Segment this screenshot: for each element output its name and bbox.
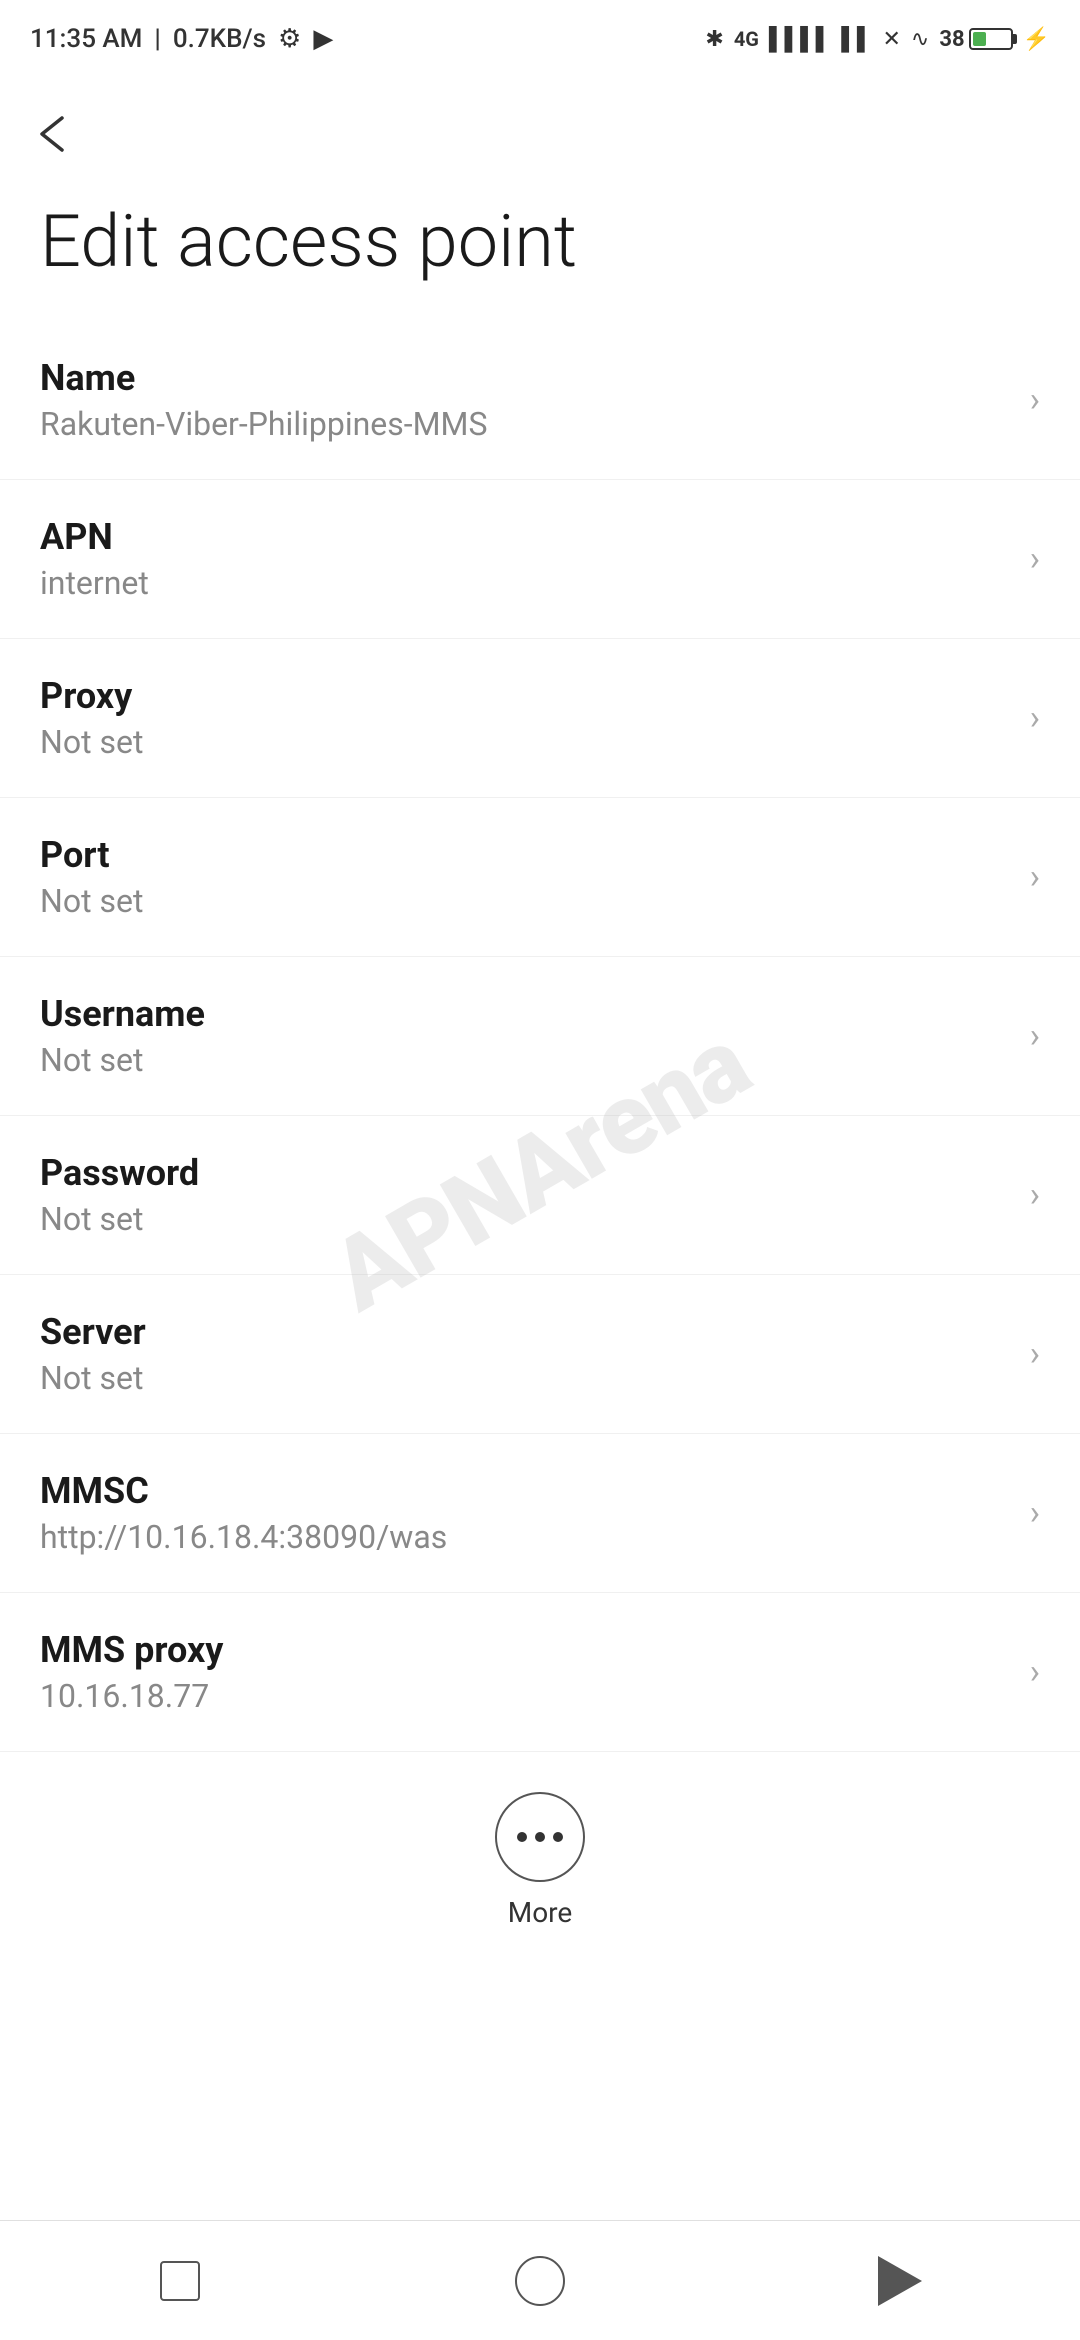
settings-item-port-label: Port bbox=[40, 834, 1010, 876]
settings-item-server-label: Server bbox=[40, 1311, 1010, 1353]
more-label: More bbox=[508, 1896, 573, 1929]
settings-item-username-label: Username bbox=[40, 993, 1010, 1035]
settings-item-password-value: Not set bbox=[40, 1200, 1010, 1238]
chevron-right-icon: › bbox=[1030, 1016, 1040, 1056]
network-speed: 0.7KB/s bbox=[173, 24, 266, 54]
settings-item-name-content: Name Rakuten-Viber-Philippines-MMS bbox=[40, 357, 1010, 443]
signal-x-icon: ✕ bbox=[882, 27, 900, 52]
chevron-right-icon: › bbox=[1030, 1175, 1040, 1215]
settings-item-mms-proxy-value: 10.16.18.77 bbox=[40, 1677, 1010, 1715]
battery-icon bbox=[969, 28, 1013, 50]
nav-back-button[interactable] bbox=[850, 2251, 950, 2311]
signal-bars-icon: ▌▌▌▌ bbox=[769, 26, 831, 52]
settings-item-mmsc-value: http://10.16.18.4:38090/was bbox=[40, 1518, 1010, 1556]
status-left: 11:35 AM | 0.7KB/s ⚙ ▶ bbox=[30, 24, 333, 54]
recent-apps-icon bbox=[160, 2261, 200, 2301]
settings-item-mms-proxy-content: MMS proxy 10.16.18.77 bbox=[40, 1629, 1010, 1715]
signal-4g-icon: 4G bbox=[734, 27, 759, 51]
settings-item-server-value: Not set bbox=[40, 1359, 1010, 1397]
status-right: ✱ 4G ▌▌▌▌ ▌▌ ✕ ∿ 38 ⚡ bbox=[705, 26, 1050, 52]
settings-item-mmsc[interactable]: MMSC http://10.16.18.4:38090/was › bbox=[0, 1434, 1080, 1593]
home-icon bbox=[515, 2256, 565, 2306]
page-title: Edit access point bbox=[0, 182, 1080, 321]
settings-item-username[interactable]: Username Not set › bbox=[0, 957, 1080, 1116]
settings-item-mms-proxy[interactable]: MMS proxy 10.16.18.77 › bbox=[0, 1593, 1080, 1752]
time-display: 11:35 AM bbox=[30, 24, 142, 54]
settings-item-name-value: Rakuten-Viber-Philippines-MMS bbox=[40, 405, 1010, 443]
settings-item-proxy-value: Not set bbox=[40, 723, 1010, 761]
settings-item-port[interactable]: Port Not set › bbox=[0, 798, 1080, 957]
settings-item-server-content: Server Not set bbox=[40, 1311, 1010, 1397]
settings-item-name-label: Name bbox=[40, 357, 1010, 399]
status-bar: 11:35 AM | 0.7KB/s ⚙ ▶ ✱ 4G ▌▌▌▌ ▌▌ ✕ ∿ … bbox=[0, 0, 1080, 70]
settings-item-proxy[interactable]: Proxy Not set › bbox=[0, 639, 1080, 798]
settings-item-username-value: Not set bbox=[40, 1041, 1010, 1079]
settings-item-apn-label: APN bbox=[40, 516, 1010, 558]
settings-item-password-label: Password bbox=[40, 1152, 1010, 1194]
settings-item-username-content: Username Not set bbox=[40, 993, 1010, 1079]
more-button[interactable] bbox=[495, 1792, 585, 1882]
settings-item-mmsc-content: MMSC http://10.16.18.4:38090/was bbox=[40, 1470, 1010, 1556]
charging-icon: ⚡ bbox=[1023, 27, 1050, 52]
back-nav-icon bbox=[878, 2256, 922, 2306]
chevron-right-icon: › bbox=[1030, 698, 1040, 738]
navigation-bar bbox=[0, 2220, 1080, 2340]
wifi-icon: ∿ bbox=[911, 27, 929, 52]
back-arrow-icon bbox=[30, 110, 78, 158]
nav-home-button[interactable] bbox=[490, 2251, 590, 2311]
chevron-right-icon: › bbox=[1030, 1334, 1040, 1374]
settings-icon: ⚙ bbox=[278, 24, 301, 54]
settings-item-password[interactable]: Password Not set › bbox=[0, 1116, 1080, 1275]
battery-indicator: 38 bbox=[939, 27, 1012, 52]
nav-recent-apps-button[interactable] bbox=[130, 2251, 230, 2311]
settings-item-port-content: Port Not set bbox=[40, 834, 1010, 920]
signal-bars-2-icon: ▌▌ bbox=[841, 26, 872, 52]
chevron-right-icon: › bbox=[1030, 857, 1040, 897]
chevron-right-icon: › bbox=[1030, 1493, 1040, 1533]
back-button[interactable] bbox=[0, 70, 1080, 182]
chevron-right-icon: › bbox=[1030, 539, 1040, 579]
settings-item-port-value: Not set bbox=[40, 882, 1010, 920]
video-icon: ▶ bbox=[313, 24, 333, 54]
settings-item-apn[interactable]: APN internet › bbox=[0, 480, 1080, 639]
settings-item-apn-value: internet bbox=[40, 564, 1010, 602]
settings-list: Name Rakuten-Viber-Philippines-MMS › APN… bbox=[0, 321, 1080, 1752]
chevron-right-icon: › bbox=[1030, 380, 1040, 420]
more-dots-icon bbox=[517, 1832, 563, 1842]
settings-item-server[interactable]: Server Not set › bbox=[0, 1275, 1080, 1434]
bluetooth-icon: ✱ bbox=[705, 27, 723, 52]
speed-display: | bbox=[154, 24, 160, 54]
more-button-container[interactable]: More bbox=[0, 1752, 1080, 1959]
settings-item-password-content: Password Not set bbox=[40, 1152, 1010, 1238]
settings-item-proxy-label: Proxy bbox=[40, 675, 1010, 717]
settings-item-apn-content: APN internet bbox=[40, 516, 1010, 602]
chevron-right-icon: › bbox=[1030, 1652, 1040, 1692]
settings-item-name[interactable]: Name Rakuten-Viber-Philippines-MMS › bbox=[0, 321, 1080, 480]
settings-item-mms-proxy-label: MMS proxy bbox=[40, 1629, 1010, 1671]
settings-item-mmsc-label: MMSC bbox=[40, 1470, 1010, 1512]
settings-item-proxy-content: Proxy Not set bbox=[40, 675, 1010, 761]
